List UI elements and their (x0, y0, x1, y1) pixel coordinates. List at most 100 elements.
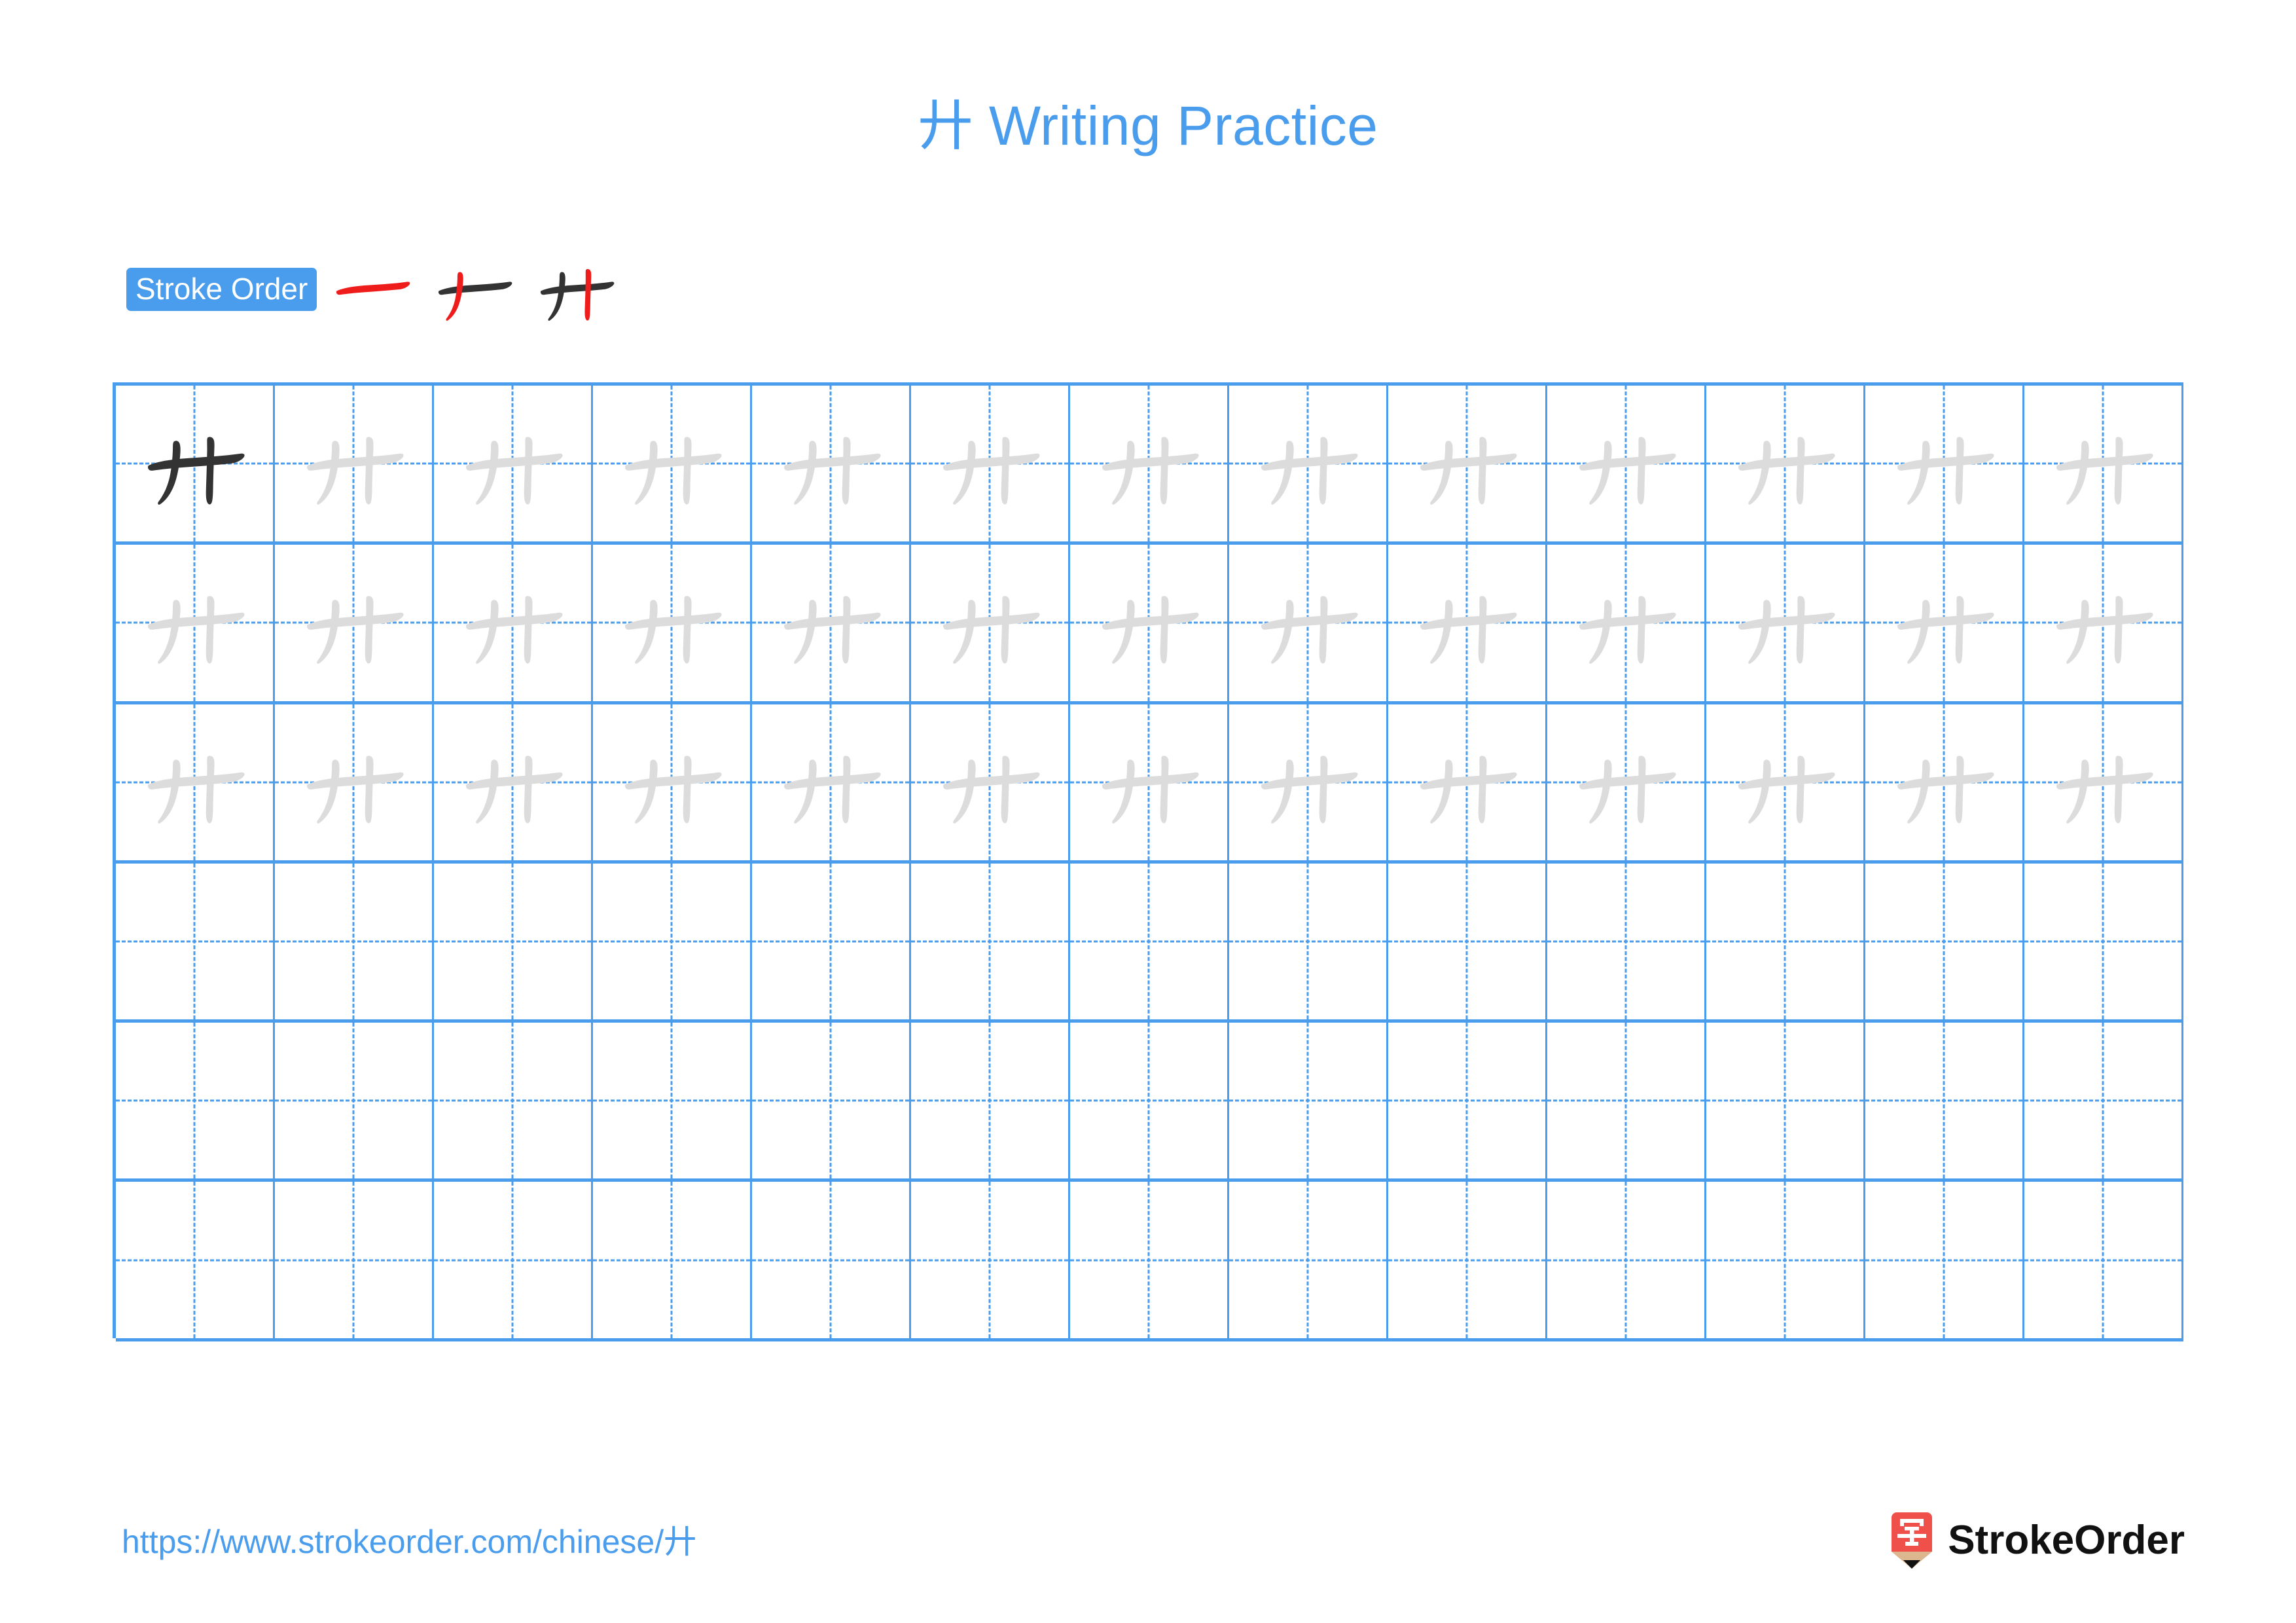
practice-cell-r3-c3[interactable] (434, 704, 593, 860)
practice-cell-r6-c4[interactable] (593, 1182, 752, 1338)
practice-cell-r4-c4[interactable] (593, 863, 752, 1020)
stroke-path-2 (1907, 600, 1930, 665)
practice-cell-r1-c2[interactable] (275, 386, 434, 542)
practice-cell-r1-c11[interactable] (1706, 386, 1865, 542)
trace-character (617, 568, 726, 678)
practice-cell-r5-c2[interactable] (275, 1023, 434, 1179)
practice-cell-r3-c1[interactable] (116, 704, 275, 860)
practice-cell-r3-c2[interactable] (275, 704, 434, 860)
stroke-path-3 (1319, 756, 1328, 824)
practice-cell-r3-c13[interactable] (2024, 704, 2183, 860)
practice-cell-r3-c7[interactable] (1070, 704, 1229, 860)
stroke-path-2 (794, 441, 817, 505)
practice-cell-r6-c11[interactable] (1706, 1182, 1865, 1338)
practice-cell-r6-c6[interactable] (911, 1182, 1070, 1338)
practice-cell-r6-c8[interactable] (1229, 1182, 1388, 1338)
practice-cell-r5-c3[interactable] (434, 1023, 593, 1179)
practice-cell-r6-c10[interactable] (1547, 1182, 1706, 1338)
practice-cell-r1-c6[interactable] (911, 386, 1070, 542)
practice-cell-r3-c4[interactable] (593, 704, 752, 860)
stroke-path-1 (784, 772, 881, 790)
practice-cell-r2-c13[interactable] (2024, 545, 2183, 701)
practice-cell-r4-c6[interactable] (911, 863, 1070, 1020)
practice-cell-r2-c10[interactable] (1547, 545, 1706, 701)
practice-cell-r4-c11[interactable] (1706, 863, 1865, 1020)
stroke-path-2 (953, 600, 976, 665)
practice-cell-r6-c13[interactable] (2024, 1182, 2183, 1338)
practice-cell-r5-c13[interactable] (2024, 1023, 2183, 1179)
practice-cell-r1-c5[interactable] (752, 386, 911, 542)
practice-cell-r3-c9[interactable] (1388, 704, 1547, 860)
practice-cell-r2-c7[interactable] (1070, 545, 1229, 701)
practice-cell-r4-c12[interactable] (1865, 863, 2024, 1020)
practice-cell-r5-c7[interactable] (1070, 1023, 1229, 1179)
practice-cell-r5-c10[interactable] (1547, 1023, 1706, 1179)
stroke-path-3 (842, 596, 851, 664)
practice-cell-r2-c4[interactable] (593, 545, 752, 701)
practice-cell-r3-c8[interactable] (1229, 704, 1388, 860)
practice-cell-r5-c8[interactable] (1229, 1023, 1388, 1179)
practice-cell-r1-c10[interactable] (1547, 386, 1706, 542)
practice-cell-r6-c5[interactable] (752, 1182, 911, 1338)
practice-cell-r2-c12[interactable] (1865, 545, 2024, 701)
practice-cell-r3-c6[interactable] (911, 704, 1070, 860)
stroke-path-2 (2066, 600, 2089, 665)
practice-cell-r2-c8[interactable] (1229, 545, 1388, 701)
practice-cell-r2-c1[interactable] (116, 545, 275, 701)
practice-cell-r5-c4[interactable] (593, 1023, 752, 1179)
practice-cell-r2-c11[interactable] (1706, 545, 1865, 701)
footer-url[interactable]: https://www.strokeorder.com/chinese/廾 (122, 1525, 696, 1558)
practice-cell-r6-c7[interactable] (1070, 1182, 1229, 1338)
practice-cell-r3-c10[interactable] (1547, 704, 1706, 860)
practice-cell-r1-c9[interactable] (1388, 386, 1547, 542)
practice-cell-r5-c1[interactable] (116, 1023, 275, 1179)
stroke-path-2 (1271, 600, 1294, 665)
practice-cell-r3-c5[interactable] (752, 704, 911, 860)
practice-cell-r1-c12[interactable] (1865, 386, 2024, 542)
practice-cell-r1-c1[interactable] (116, 386, 275, 542)
stroke-path-2 (953, 441, 976, 505)
practice-cell-r4-c5[interactable] (752, 863, 911, 1020)
practice-cell-r6-c1[interactable] (116, 1182, 275, 1338)
practice-cell-r5-c5[interactable] (752, 1023, 911, 1179)
practice-cell-r3-c12[interactable] (1865, 704, 2024, 860)
practice-cell-r5-c12[interactable] (1865, 1023, 2024, 1179)
practice-cell-r6-c9[interactable] (1388, 1182, 1547, 1338)
stroke-path-3 (1796, 756, 1805, 824)
practice-cell-r2-c6[interactable] (911, 545, 1070, 701)
practice-cell-r1-c8[interactable] (1229, 386, 1388, 542)
practice-cell-r2-c5[interactable] (752, 545, 911, 701)
practice-cell-r4-c9[interactable] (1388, 863, 1547, 1020)
stroke-path-2 (1430, 600, 1453, 665)
stroke-path-1 (1420, 772, 1517, 790)
practice-cell-r5-c9[interactable] (1388, 1023, 1547, 1179)
practice-cell-r5-c11[interactable] (1706, 1023, 1865, 1179)
practice-cell-r4-c7[interactable] (1070, 863, 1229, 1020)
practice-cell-r6-c3[interactable] (434, 1182, 593, 1338)
practice-cell-r2-c3[interactable] (434, 545, 593, 701)
practice-cell-r4-c3[interactable] (434, 863, 593, 1020)
practice-cell-r3-c11[interactable] (1706, 704, 1865, 860)
practice-cell-r2-c2[interactable] (275, 545, 434, 701)
practice-cell-r4-c1[interactable] (116, 863, 275, 1020)
practice-cell-r4-c10[interactable] (1547, 863, 1706, 1020)
stroke-path-2 (1112, 759, 1135, 824)
practice-row-4 (116, 863, 2183, 1023)
practice-cell-r2-c9[interactable] (1388, 545, 1547, 701)
practice-cell-r6-c2[interactable] (275, 1182, 434, 1338)
stroke-path-2 (1748, 600, 1771, 665)
practice-cell-r1-c13[interactable] (2024, 386, 2183, 542)
stroke-order-steps (330, 247, 636, 331)
practice-cell-r4-c8[interactable] (1229, 863, 1388, 1020)
practice-cell-r5-c6[interactable] (911, 1023, 1070, 1179)
stroke-path-1 (1897, 613, 1994, 630)
stroke-path-2 (476, 600, 499, 665)
practice-cell-r6-c12[interactable] (1865, 1182, 2024, 1338)
practice-cell-r1-c3[interactable] (434, 386, 593, 542)
practice-cell-r4-c2[interactable] (275, 863, 434, 1020)
practice-cell-r1-c7[interactable] (1070, 386, 1229, 542)
practice-cell-r1-c4[interactable] (593, 386, 752, 542)
trace-character (457, 409, 567, 519)
stroke-path-3 (365, 596, 374, 664)
practice-cell-r4-c13[interactable] (2024, 863, 2183, 1020)
